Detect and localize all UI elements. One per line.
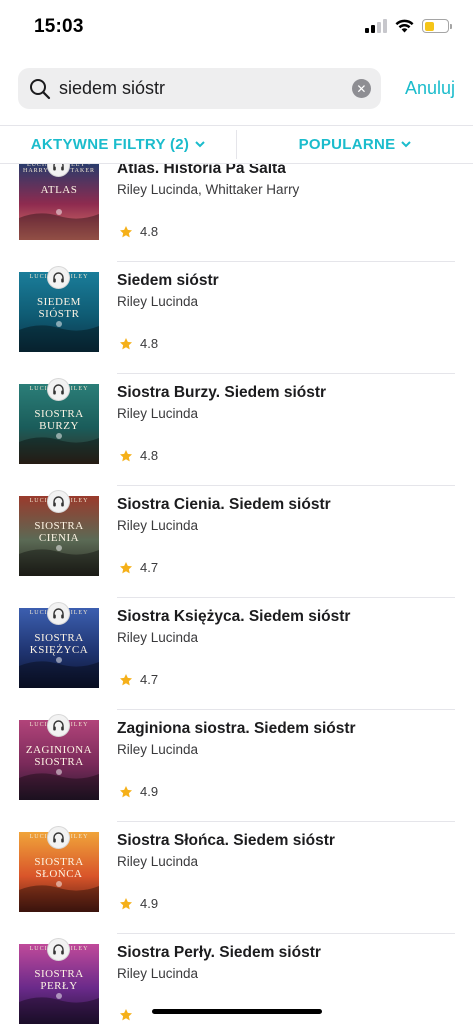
cover-title-text: SIOSTRA BURZY (34, 408, 84, 432)
book-rating: 4.9 (119, 896, 158, 911)
cover-title-text: ZAGINIONA SIOSTRA (25, 744, 93, 768)
status-time: 15:03 (34, 16, 84, 37)
cancel-button[interactable]: Anuluj (405, 78, 455, 99)
battery-icon (422, 19, 452, 33)
star-icon (119, 673, 133, 685)
book-rating: 4.7 (119, 560, 158, 575)
book-title[interactable]: Zaginiona siostra. Siedem sióstr (117, 720, 356, 738)
chevron-down-icon (195, 141, 205, 148)
star-icon (119, 337, 133, 349)
clear-search-icon[interactable]: ✕ (351, 79, 371, 98)
book-title[interactable]: Siostra Perły. Siedem sióstr (117, 944, 321, 962)
cover-title-text: SIOSTRA SŁOŃCA (34, 856, 84, 880)
chevron-down-icon (401, 141, 412, 148)
book-author: Riley Lucinda (117, 406, 199, 421)
book-list-item[interactable]: LUCINDA RILEY SIOSTRA KSIĘŻYCA Siostra K… (0, 598, 473, 710)
status-bar: 15:03 (0, 0, 473, 56)
book-list-item[interactable]: LUCINDA RILEY ZAGINIONA SIOSTRA Zaginion… (0, 710, 473, 822)
book-author: Riley Lucinda (117, 742, 199, 757)
results-list: LUCINDA RILEY · HARRY WHITTAKER ATLAS At… (0, 164, 473, 1024)
book-title[interactable]: Siostra Słońca. Siedem sióstr (117, 832, 335, 850)
headphones-icon (47, 826, 70, 849)
book-list-item[interactable]: LUCINDA RILEY SIOSTRA CIENIA Siostra Cie… (0, 486, 473, 598)
cover-title-text: SIOSTRA KSIĘŻYCA (29, 632, 89, 656)
headphones-icon (47, 938, 70, 961)
search-row: ✕ Anuluj (18, 68, 455, 109)
book-title[interactable]: Siostra Burzy. Siedem sióstr (117, 384, 326, 402)
book-rating: 4.8 (119, 336, 158, 351)
wifi-icon (395, 19, 414, 33)
rating-value: 4.7 (140, 672, 159, 687)
cover-title-text: ATLAS (40, 184, 78, 196)
star-icon (119, 785, 133, 797)
status-icons (365, 19, 452, 33)
book-rating: 4.8 (119, 224, 158, 239)
rating-value: 4.9 (140, 784, 159, 799)
active-filters-button[interactable]: AKTYWNE FILTRY (2) (0, 126, 236, 163)
active-filters-label: AKTYWNE FILTRY (2) (30, 136, 190, 153)
headphones-icon (47, 266, 70, 289)
book-list-item[interactable]: LUCINDA RILEY SIOSTRA SŁOŃCA Siostra Sło… (0, 822, 473, 934)
star-icon (119, 561, 133, 573)
sort-label: POPULARNE (298, 136, 396, 153)
star-icon (119, 225, 133, 237)
book-list-item[interactable]: LUCINDA RILEY SIEDEM SIÓSTR Siedem sióst… (0, 262, 473, 374)
star-icon (119, 1009, 133, 1021)
rating-value: 4.8 (140, 224, 159, 239)
book-list-item[interactable]: LUCINDA RILEY SIOSTRA BURZY Siostra Burz… (0, 374, 473, 486)
book-title[interactable]: Siostra Cienia. Siedem sióstr (117, 496, 331, 514)
book-rating: 4.9 (119, 784, 158, 799)
cover-title-text: SIEDEM SIÓSTR (37, 296, 81, 320)
search-icon (30, 78, 51, 99)
headphones-icon (47, 378, 70, 401)
cover-title-text: SIOSTRA CIENIA (34, 520, 84, 544)
book-author: Riley Lucinda (117, 294, 199, 309)
book-rating (119, 1008, 140, 1022)
book-author: Riley Lucinda (117, 966, 199, 981)
search-input[interactable] (59, 78, 352, 99)
star-icon (119, 449, 133, 461)
book-rating: 4.7 (119, 672, 158, 687)
book-title[interactable]: Atlas. Historia Pa Salta (117, 164, 286, 178)
rating-value: 4.7 (140, 560, 159, 575)
cellular-signal-icon (365, 19, 387, 33)
book-title[interactable]: Siedem sióstr (117, 272, 219, 290)
book-list-item[interactable]: LUCINDA RILEY · HARRY WHITTAKER ATLAS At… (0, 164, 473, 262)
book-title[interactable]: Siostra Księżyca. Siedem sióstr (117, 608, 350, 626)
headphones-icon (47, 714, 70, 737)
headphones-icon (47, 602, 70, 625)
rating-value: 4.8 (140, 448, 159, 463)
cover-title-text: SIOSTRA PERŁY (34, 968, 84, 992)
book-rating: 4.8 (119, 448, 158, 463)
home-indicator[interactable] (152, 1009, 322, 1014)
sort-button[interactable]: POPULARNE (237, 126, 473, 163)
book-author: Riley Lucinda, Whittaker Harry (117, 182, 300, 197)
rating-value: 4.8 (140, 336, 159, 351)
filter-bar: AKTYWNE FILTRY (2) POPULARNE (0, 125, 473, 164)
rating-value: 4.9 (140, 896, 159, 911)
star-icon (119, 897, 133, 909)
search-box[interactable]: ✕ (18, 68, 381, 109)
book-author: Riley Lucinda (117, 518, 199, 533)
book-author: Riley Lucinda (117, 630, 199, 645)
book-author: Riley Lucinda (117, 854, 199, 869)
headphones-icon (47, 490, 70, 513)
